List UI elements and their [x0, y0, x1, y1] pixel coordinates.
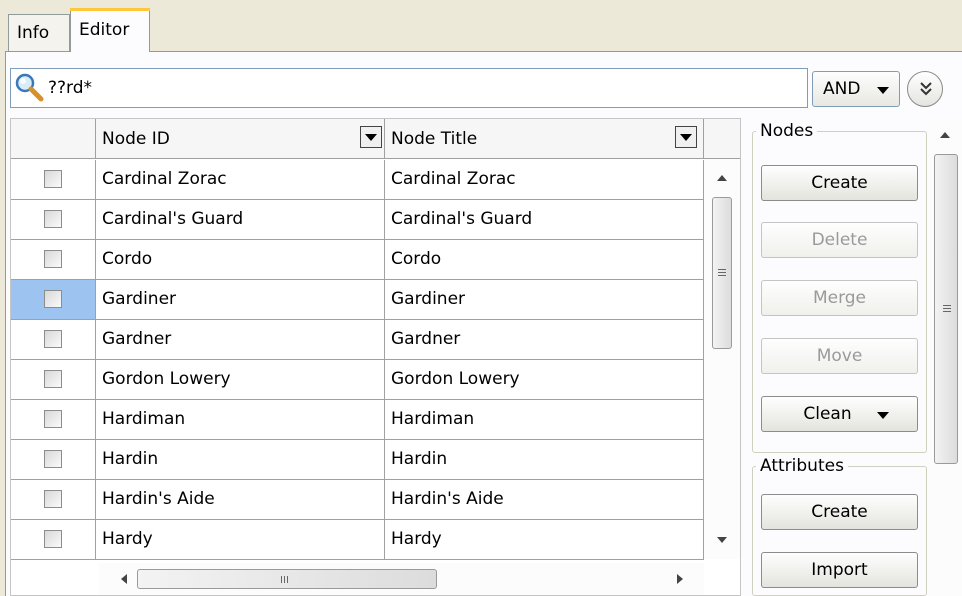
node-id-cell[interactable]: Cardinal Zorac	[96, 160, 385, 199]
row-checkbox[interactable]	[44, 170, 62, 188]
attributes-group-title: Attributes	[756, 455, 848, 477]
search-input[interactable]	[48, 71, 798, 105]
row-select-cell[interactable]	[11, 520, 96, 559]
node-title-cell[interactable]: Cardinal's Guard	[385, 200, 704, 239]
merge-node-button[interactable]: Merge	[761, 280, 918, 316]
node-id-cell[interactable]: Gardiner	[96, 280, 385, 319]
node-title-cell[interactable]: Cordo	[385, 240, 704, 279]
node-title-cell[interactable]: Hardin	[385, 440, 704, 479]
row-select-cell[interactable]	[11, 480, 96, 519]
node-title-cell[interactable]: Hardin's Aide	[385, 480, 704, 519]
node-id-filter-dropdown[interactable]	[360, 126, 382, 148]
create-node-button[interactable]: Create	[761, 165, 918, 201]
row-checkbox[interactable]	[44, 410, 62, 428]
nodes-group-title: Nodes	[756, 120, 818, 142]
header-node-title-label: Node Title	[391, 129, 478, 149]
table-row[interactable]: Hardy Hardy	[11, 520, 704, 560]
operator-dropdown[interactable]: AND	[812, 71, 900, 107]
row-checkbox[interactable]	[44, 450, 62, 468]
chevron-down-icon	[877, 87, 889, 94]
row-select-cell[interactable]	[11, 400, 96, 439]
import-attribute-button[interactable]: Import	[761, 552, 918, 588]
node-id-cell[interactable]: Gordon Lowery	[96, 360, 385, 399]
scroll-right-icon[interactable]	[677, 574, 683, 584]
side-panel-scrollbar[interactable]	[929, 118, 962, 596]
row-select-cell[interactable]	[11, 320, 96, 359]
row-select-cell[interactable]	[11, 160, 96, 199]
row-select-cell[interactable]	[11, 240, 96, 279]
row-select-cell[interactable]	[11, 440, 96, 479]
search-icon	[14, 72, 44, 102]
table-row[interactable]: Cordo Cordo	[11, 240, 704, 280]
node-id-cell[interactable]: Gardner	[96, 320, 385, 359]
tab-info[interactable]: Info	[8, 14, 70, 52]
row-checkbox[interactable]	[44, 210, 62, 228]
scroll-up-icon[interactable]	[940, 132, 950, 138]
delete-node-button[interactable]: Delete	[761, 222, 918, 258]
node-title-cell[interactable]: Hardy	[385, 520, 704, 559]
grid-hscroll-thumb[interactable]	[137, 569, 437, 589]
node-title-filter-dropdown[interactable]	[675, 126, 697, 148]
table-row[interactable]: Cardinal Zorac Cardinal Zorac	[11, 160, 704, 200]
header-select	[11, 119, 96, 159]
row-checkbox[interactable]	[44, 290, 62, 308]
expand-options-button[interactable]	[907, 71, 943, 107]
grid-header: Node ID Node Title	[11, 119, 740, 159]
node-title-cell[interactable]: Cardinal Zorac	[385, 160, 704, 199]
table-row[interactable]: Cardinal's Guard Cardinal's Guard	[11, 200, 704, 240]
node-title-cell[interactable]: Hardiman	[385, 400, 704, 439]
node-id-cell[interactable]: Hardin	[96, 440, 385, 479]
table-row[interactable]: Hardin Hardin	[11, 440, 704, 480]
row-checkbox[interactable]	[44, 370, 62, 388]
header-node-id-label: Node ID	[102, 129, 170, 149]
table-row[interactable]: Gardner Gardner	[11, 320, 704, 360]
row-select-cell[interactable]	[11, 280, 96, 319]
grid-horizontal-scrollbar[interactable]	[99, 563, 704, 595]
header-node-title[interactable]: Node Title	[385, 119, 704, 159]
table-row[interactable]: Gardiner Gardiner	[11, 280, 704, 320]
operator-label: AND	[823, 79, 861, 99]
table-row[interactable]: Hardiman Hardiman	[11, 400, 704, 440]
row-checkbox[interactable]	[44, 330, 62, 348]
move-node-button[interactable]: Move	[761, 338, 918, 374]
node-id-cell[interactable]: Hardy	[96, 520, 385, 559]
tab-editor[interactable]: Editor	[70, 8, 150, 52]
scroll-up-icon[interactable]	[717, 175, 727, 181]
grid-scroll-thumb[interactable]	[712, 197, 732, 349]
node-id-cell[interactable]: Hardiman	[96, 400, 385, 439]
node-title-cell[interactable]: Gardiner	[385, 280, 704, 319]
clean-label: Clean	[803, 404, 852, 424]
scroll-down-icon[interactable]	[717, 537, 727, 543]
row-select-cell[interactable]	[11, 200, 96, 239]
grid-vertical-scrollbar[interactable]	[704, 159, 740, 559]
header-node-id[interactable]: Node ID	[96, 119, 385, 159]
table-row[interactable]: Hardin's Aide Hardin's Aide	[11, 480, 704, 520]
row-checkbox[interactable]	[44, 490, 62, 508]
side-scroll-thumb[interactable]	[934, 154, 958, 464]
double-chevron-down-icon	[917, 80, 935, 103]
create-attribute-button[interactable]: Create	[761, 494, 918, 530]
scroll-left-icon[interactable]	[121, 574, 127, 584]
table-row[interactable]: Gordon Lowery Gordon Lowery	[11, 360, 704, 400]
row-select-cell[interactable]	[11, 360, 96, 399]
node-title-cell[interactable]: Gordon Lowery	[385, 360, 704, 399]
clean-node-button[interactable]: Clean	[761, 396, 918, 432]
chevron-down-icon	[877, 412, 889, 419]
row-checkbox[interactable]	[44, 250, 62, 268]
node-id-cell[interactable]: Cordo	[96, 240, 385, 279]
node-title-cell[interactable]: Gardner	[385, 320, 704, 359]
node-id-cell[interactable]: Hardin's Aide	[96, 480, 385, 519]
row-checkbox[interactable]	[44, 530, 62, 548]
node-id-cell[interactable]: Cardinal's Guard	[96, 200, 385, 239]
